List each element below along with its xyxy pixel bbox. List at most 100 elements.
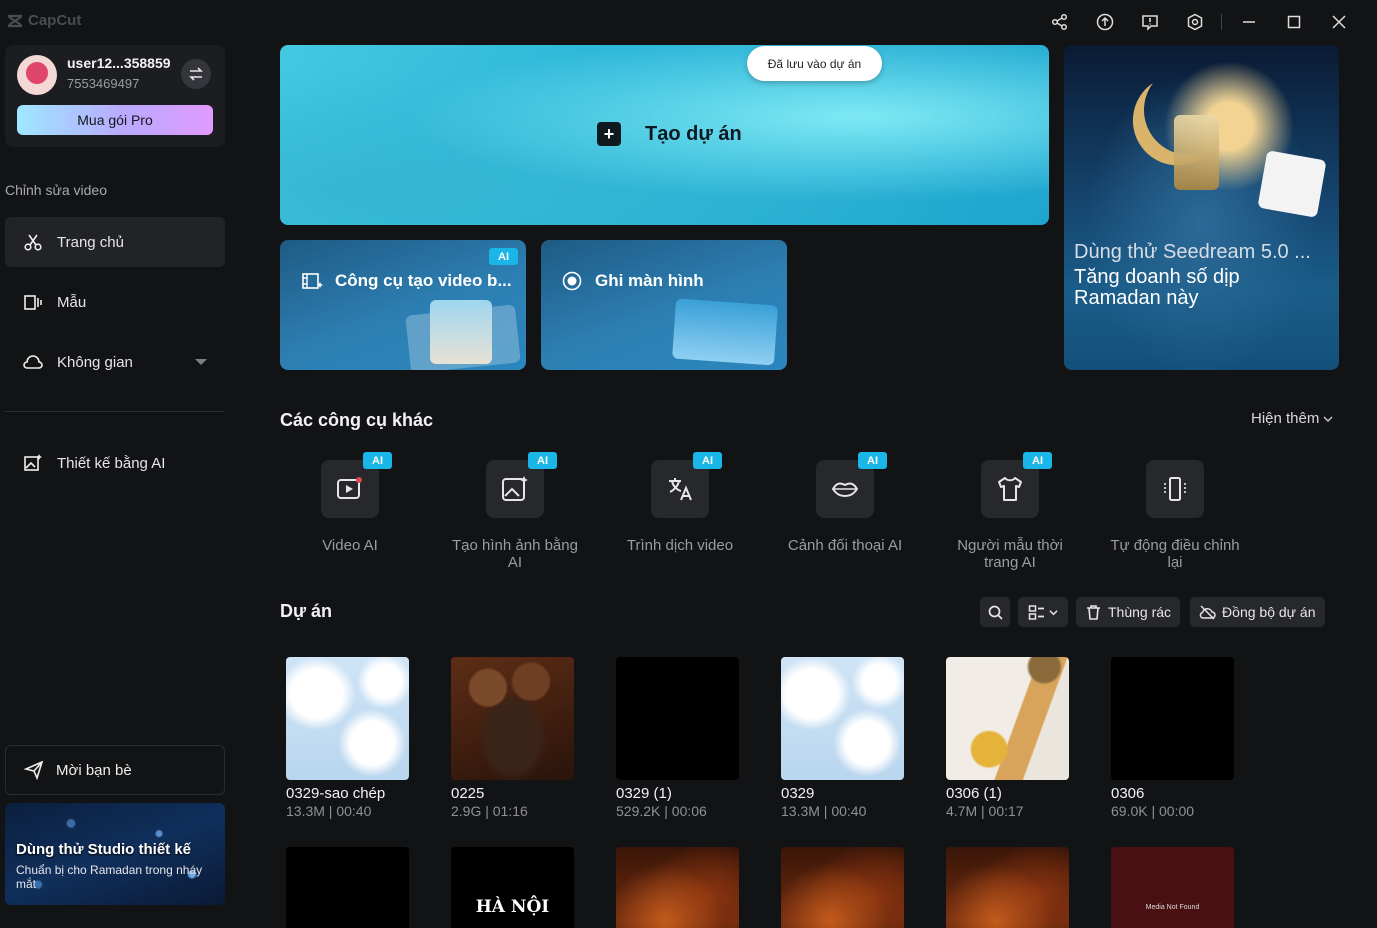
project-thumbnail bbox=[286, 657, 409, 780]
tool-ai-image[interactable]: AI Tạo hình ảnh bằng AI bbox=[440, 452, 590, 571]
reframe-icon bbox=[1164, 477, 1186, 501]
tool-icon-box: AI bbox=[486, 452, 557, 518]
project-card[interactable]: 0306 69.0K | 00:00 bbox=[1111, 657, 1235, 819]
template-icon bbox=[24, 295, 42, 310]
chevron-down-icon bbox=[1049, 609, 1058, 615]
user-id: 7553469497 bbox=[67, 76, 140, 91]
decor-photo bbox=[430, 300, 492, 364]
sync-projects-button[interactable]: Đồng bộ dự án bbox=[1190, 597, 1325, 627]
project-card[interactable]: Media Not Found bbox=[1111, 847, 1235, 928]
scissors-icon bbox=[24, 234, 42, 251]
video-ai-icon bbox=[337, 477, 362, 499]
screen-record-card[interactable]: Ghi màn hình bbox=[541, 240, 787, 370]
project-card[interactable] bbox=[616, 847, 740, 928]
project-card[interactable]: HÀ NỘI bbox=[451, 847, 575, 928]
project-thumbnail bbox=[616, 847, 739, 928]
create-project-label[interactable]: + Tạo dự án bbox=[597, 122, 742, 146]
project-card[interactable] bbox=[781, 847, 905, 928]
sidebar-item-label: Thiết kế bằng AI bbox=[57, 454, 166, 472]
tool-ai-fashion-model[interactable]: AI Người mẫu thời trang AI bbox=[935, 452, 1085, 571]
project-meta: 2.9G | 01:16 bbox=[451, 803, 528, 819]
trash-button[interactable]: Thùng rác bbox=[1076, 597, 1181, 627]
tool-icon-box: AI bbox=[981, 452, 1052, 518]
decor-screen bbox=[672, 298, 778, 366]
tool-icon-box: AI bbox=[651, 452, 722, 518]
shirt-icon bbox=[998, 477, 1022, 501]
project-card[interactable]: 0329 (1) 529.2K | 00:06 bbox=[616, 657, 740, 819]
sidebar-item-label: Mẫu bbox=[57, 293, 87, 311]
project-card[interactable] bbox=[946, 847, 1070, 928]
swap-icon bbox=[189, 67, 203, 81]
other-tools-title: Các công cụ khác bbox=[280, 410, 434, 430]
ai-image-icon bbox=[502, 476, 528, 501]
close-icon[interactable] bbox=[1316, 10, 1361, 34]
sidebar-section-label: Chỉnh sửa video bbox=[5, 182, 107, 198]
project-meta: 529.2K | 00:06 bbox=[616, 803, 707, 819]
chevron-down-icon[interactable] bbox=[195, 359, 207, 365]
trash-label: Thùng rác bbox=[1108, 604, 1172, 620]
user-card: user12...358859 7553469497 Mua gói Pro bbox=[5, 45, 225, 147]
project-thumbnail: HÀ NỘI bbox=[451, 847, 574, 928]
sidebar-item-home[interactable]: Trang chủ bbox=[5, 217, 225, 267]
user-name: user12...358859 bbox=[67, 55, 171, 71]
film-sparkle-icon bbox=[302, 273, 323, 289]
ai-badge: AI bbox=[858, 452, 887, 469]
sidebar-item-templates[interactable]: Mẫu bbox=[5, 277, 225, 327]
create-project-text: Tạo dự án bbox=[645, 122, 742, 145]
project-thumbnail bbox=[946, 847, 1069, 928]
view-mode-dropdown[interactable] bbox=[1018, 597, 1068, 627]
projects-title: Dự án bbox=[280, 601, 333, 621]
share-icon[interactable] bbox=[1037, 10, 1082, 34]
sidebar-item-space[interactable]: Không gian bbox=[5, 337, 225, 387]
studio-promo-subtitle: Chuẩn bị cho Ramadan trong nháy mắt bbox=[16, 863, 203, 891]
project-card[interactable]: 0306 (1) 4.7M | 00:17 bbox=[946, 657, 1070, 819]
app-logo: CapCut bbox=[6, 12, 81, 29]
studio-promo-title: Dùng thử Studio thiết kế bbox=[16, 841, 192, 858]
project-name: 0225 bbox=[451, 785, 485, 802]
send-icon bbox=[24, 760, 44, 780]
project-name: 0306 bbox=[1111, 785, 1145, 802]
chevron-down-icon bbox=[1323, 416, 1333, 422]
project-thumbnail bbox=[616, 657, 739, 780]
project-card[interactable]: 0329-sao chép 13.3M | 00:40 bbox=[286, 657, 410, 819]
tool-video-ai[interactable]: AI Video AI bbox=[275, 452, 425, 554]
show-more-label: Hiện thêm bbox=[1251, 410, 1320, 427]
feedback-icon[interactable] bbox=[1127, 10, 1172, 34]
tool-icon-box: AI bbox=[321, 452, 392, 518]
tool-video-translator[interactable]: AI Trình dịch video bbox=[605, 452, 755, 554]
settings-icon[interactable] bbox=[1172, 10, 1217, 34]
upload-icon[interactable] bbox=[1082, 10, 1127, 34]
tool-label: Cảnh đối thoại AI bbox=[787, 537, 903, 554]
buy-pro-button[interactable]: Mua gói Pro bbox=[17, 105, 213, 135]
avatar[interactable] bbox=[17, 55, 57, 95]
ai-badge: AI bbox=[528, 452, 557, 469]
ai-video-maker-card[interactable]: AI Công cụ tạo video b... bbox=[280, 240, 526, 370]
show-more-link[interactable]: Hiện thêm bbox=[1251, 410, 1333, 427]
tool-icon-box: AI bbox=[816, 452, 887, 518]
sidebar-divider bbox=[5, 411, 225, 412]
tool-auto-reframe[interactable]: Tự động điều chỉnh lại bbox=[1100, 460, 1250, 571]
studio-promo-banner[interactable]: Dùng thử Studio thiết kế Chuẩn bị cho Ra… bbox=[5, 803, 225, 905]
screen-record-label: Ghi màn hình bbox=[595, 271, 704, 290]
tool-ai-dialogue[interactable]: AI Cảnh đối thoại AI bbox=[770, 452, 920, 554]
maximize-icon[interactable] bbox=[1271, 10, 1316, 34]
ai-badge: AI bbox=[489, 248, 518, 265]
project-card[interactable]: 0329 13.3M | 00:40 bbox=[781, 657, 905, 819]
ai-badge: AI bbox=[363, 452, 392, 469]
invite-friends-button[interactable]: Mời bạn bè bbox=[5, 745, 225, 795]
project-name: 0329 (1) bbox=[616, 785, 672, 802]
switch-account-button[interactable] bbox=[181, 59, 211, 89]
ai-video-maker-label: Công cụ tạo video b... bbox=[335, 271, 512, 290]
project-card[interactable] bbox=[286, 847, 410, 928]
invite-label: Mời bạn bè bbox=[56, 761, 132, 779]
project-card[interactable]: 0225 2.9G | 01:16 bbox=[451, 657, 575, 819]
minimize-icon[interactable] bbox=[1226, 10, 1271, 34]
project-thumbnail: Media Not Found bbox=[1111, 847, 1234, 928]
search-button[interactable] bbox=[980, 597, 1010, 627]
seedream-promo-card[interactable]: Dùng thử Seedream 5.0 ... Tăng doanh số … bbox=[1064, 45, 1339, 370]
project-thumbnail bbox=[781, 657, 904, 780]
project-toolbar: Thùng rác Đồng bộ dự án bbox=[980, 597, 1325, 627]
project-meta: 13.3M | 00:40 bbox=[781, 803, 867, 819]
tool-label: Trình dịch video bbox=[626, 537, 734, 554]
sidebar-item-ai-design[interactable]: Thiết kế bằng AI bbox=[5, 438, 225, 488]
